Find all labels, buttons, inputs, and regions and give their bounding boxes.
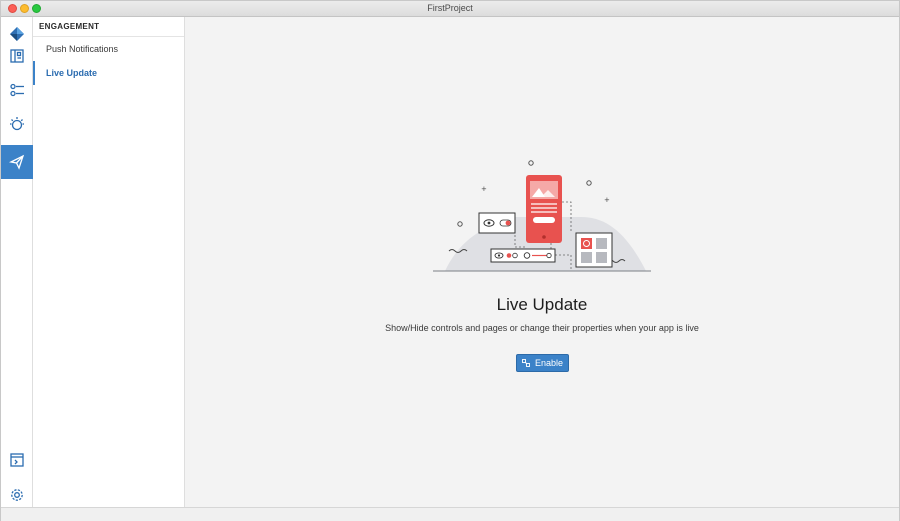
subnav-header: ENGAGEMENT (33, 17, 184, 37)
enable-button[interactable]: Enable (516, 354, 569, 372)
connect-icon (522, 359, 530, 367)
title-bar: FirstProject (1, 1, 899, 17)
svg-text:+: + (604, 196, 610, 204)
icon-rail (1, 17, 33, 507)
page-description: Show/Hide controls and pages or change t… (385, 323, 699, 333)
terminal-icon[interactable] (1, 443, 33, 477)
bulb-icon[interactable] (1, 107, 33, 141)
sliders-icon[interactable] (1, 73, 33, 107)
status-bar (1, 507, 899, 521)
window-title: FirstProject (427, 3, 473, 13)
svg-text:+: + (481, 185, 487, 193)
engagement-subnav: ENGAGEMENT Push Notifications Live Updat… (33, 17, 185, 507)
page-title: Live Update (496, 295, 588, 314)
enable-button-label: Enable (534, 358, 564, 368)
subnav-item-live-update[interactable]: Live Update (33, 61, 184, 85)
live-update-illustration: + + (433, 160, 651, 272)
subnav-item-push-notifications[interactable]: Push Notifications (33, 37, 184, 61)
dashboard-icon[interactable] (1, 39, 33, 73)
main-content: + + Live Update Show/Hide controls and p… (185, 17, 899, 507)
app-window: FirstProject ENGAGEMENT Push Notificatio… (0, 0, 900, 521)
paper-plane-icon[interactable] (1, 145, 33, 179)
